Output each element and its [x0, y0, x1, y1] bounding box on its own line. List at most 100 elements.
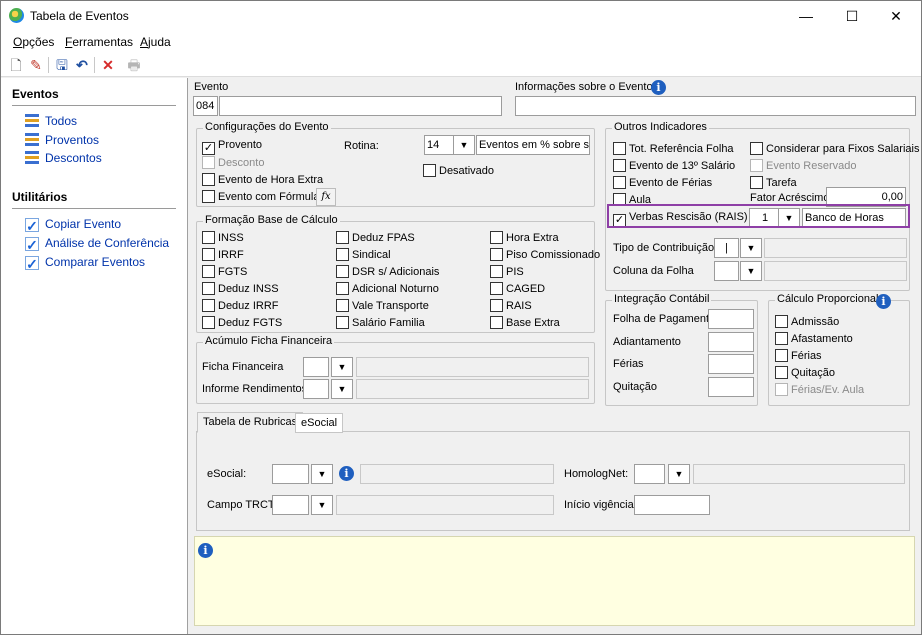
- sidebar-item-label: Todos: [45, 114, 78, 128]
- salario-familia-checkbox[interactable]: Salário Familia: [336, 316, 425, 329]
- provento-checkbox[interactable]: ✓ Provento: [202, 139, 262, 155]
- adicional-noturno-checkbox[interactable]: Adicional Noturno: [336, 282, 439, 295]
- campo-trct-field[interactable]: [272, 495, 309, 515]
- hora-extra-checkbox[interactable]: Evento de Hora Extra: [202, 173, 323, 186]
- print-icon[interactable]: 🖶: [125, 56, 143, 74]
- sidebar-item-analise-conferencia[interactable]: ✓ Análise de Conferência: [25, 236, 169, 253]
- deduz-fgts-checkbox[interactable]: Deduz FGTS: [202, 316, 282, 329]
- sidebar-item-label: Copiar Evento: [45, 217, 122, 231]
- folha-pagamento-field[interactable]: [708, 309, 754, 329]
- checkbox-box: [490, 231, 503, 244]
- afastamento-checkbox[interactable]: Afastamento: [775, 332, 853, 345]
- coluna-folha-dropdown-icon[interactable]: ▼: [740, 261, 762, 281]
- evento-code-field[interactable]: 084: [193, 96, 218, 116]
- evento-name-field[interactable]: [219, 96, 502, 116]
- caged-checkbox[interactable]: CAGED: [490, 282, 545, 295]
- close-button[interactable]: ✕: [873, 1, 919, 31]
- maximize-button[interactable]: ☐: [829, 1, 875, 31]
- admissao-checkbox[interactable]: Admissão: [775, 315, 839, 328]
- considerar-fixos-checkbox[interactable]: Considerar para Fixos Salariais: [750, 142, 919, 155]
- sidebar-section-eventos: Eventos: [12, 87, 59, 101]
- irrf-checkbox[interactable]: IRRF: [202, 248, 244, 261]
- adiantamento-field[interactable]: [708, 332, 754, 352]
- decimo-terceiro-checkbox[interactable]: Evento de 13º Salário: [613, 159, 735, 172]
- campo-trct-dropdown-icon[interactable]: ▼: [311, 495, 333, 515]
- save-icon[interactable]: 🖫: [53, 56, 71, 74]
- desconto-checkbox[interactable]: Desconto: [202, 156, 264, 169]
- dsr-adicionais-checkbox[interactable]: DSR s/ Adicionais: [336, 265, 439, 278]
- informe-rendimentos-label: Informe Rendimentos: [202, 383, 308, 395]
- minimize-button[interactable]: —: [783, 1, 829, 31]
- homolognet-field[interactable]: [634, 464, 665, 484]
- ficha-financeira-desc: [356, 357, 589, 377]
- menu-opcoes[interactable]: Opções: [13, 35, 54, 49]
- new-document-icon[interactable]: 🗋: [7, 56, 25, 74]
- rais-checkbox[interactable]: RAIS: [490, 299, 532, 312]
- toolbar: 🗋 ✎ 🖫 ↶ ✕ 🖶: [1, 53, 921, 77]
- ferias-prop-label: Férias: [791, 350, 822, 362]
- informe-rendimentos-dropdown-icon[interactable]: ▼: [331, 379, 353, 399]
- sidebar-item-proventos[interactable]: Proventos: [25, 133, 99, 147]
- deduz-fpas-checkbox[interactable]: Deduz FPAS: [336, 231, 415, 244]
- undo-icon[interactable]: ↶: [73, 56, 91, 74]
- evento-ferias-checkbox[interactable]: Evento de Férias: [613, 176, 712, 189]
- tab-panel: eSocial: ▼ i HomologNet: ▼ Campo TRCT: ▼…: [196, 431, 910, 531]
- ferias-contabil-label: Férias: [613, 358, 644, 370]
- rotina-field[interactable]: 14: [424, 135, 454, 155]
- deduz-irrf-checkbox[interactable]: Deduz IRRF: [202, 299, 279, 312]
- desativado-checkbox[interactable]: Desativado: [423, 164, 494, 177]
- inss-checkbox[interactable]: INSS: [202, 231, 244, 244]
- coluna-folha-field[interactable]: [714, 261, 739, 281]
- menu-ajuda[interactable]: Ajuda: [140, 35, 171, 49]
- sidebar-item-todos[interactable]: Todos: [25, 114, 77, 128]
- esocial-field[interactable]: [272, 464, 309, 484]
- menu-ferramentas[interactable]: Ferramentas: [65, 35, 133, 49]
- tot-referencia-checkbox[interactable]: Tot. Referência Folha: [613, 142, 734, 155]
- list-icon: [25, 133, 39, 147]
- tarefa-checkbox[interactable]: Tarefa: [750, 176, 797, 189]
- info-icon[interactable]: i: [876, 294, 891, 309]
- menu-ajuda-label: juda: [148, 35, 171, 49]
- delete-icon[interactable]: ✕: [99, 56, 117, 74]
- ferias-aula-checkbox[interactable]: Férias/Ev. Aula: [775, 383, 864, 396]
- formula-checkbox[interactable]: Evento com Fórmula: [202, 190, 319, 203]
- edit-icon[interactable]: ✎: [27, 56, 45, 74]
- formacao-group: Formação Base de Cálculo INSS IRRF FGTS …: [196, 214, 600, 333]
- ferias-contabil-field[interactable]: [708, 354, 754, 374]
- quitacao-prop-checkbox[interactable]: Quitação: [775, 366, 835, 379]
- rotina-dropdown-icon[interactable]: ▼: [453, 135, 475, 155]
- sindical-checkbox[interactable]: Sindical: [336, 248, 391, 261]
- formula-label: Evento com Fórmula: [218, 191, 320, 203]
- vale-transporte-checkbox[interactable]: Vale Transporte: [336, 299, 429, 312]
- checkbox-box: [750, 176, 763, 189]
- informe-rendimentos-field[interactable]: [303, 379, 329, 399]
- ferias-prop-checkbox[interactable]: Férias: [775, 349, 822, 362]
- base-extra-checkbox[interactable]: Base Extra: [490, 316, 560, 329]
- piso-comissionado-checkbox[interactable]: Piso Comissionado: [490, 248, 600, 261]
- ficha-financeira-field[interactable]: [303, 357, 329, 377]
- info-evento-field[interactable]: [515, 96, 916, 116]
- sidebar-item-copiar-evento[interactable]: ✓ Copiar Evento: [25, 217, 122, 233]
- evento-reservado-checkbox[interactable]: Evento Reservado: [750, 159, 857, 172]
- pis-checkbox[interactable]: PIS: [490, 265, 524, 278]
- tab-esocial[interactable]: eSocial: [295, 413, 344, 433]
- homolognet-dropdown-icon[interactable]: ▼: [668, 464, 690, 484]
- esocial-dropdown-icon[interactable]: ▼: [311, 464, 333, 484]
- divider: [12, 105, 176, 106]
- tarefa-label: Tarefa: [766, 177, 797, 189]
- sidebar-item-comparar-eventos[interactable]: ✓ Comparar Eventos: [25, 255, 145, 271]
- tab-tabela-rubricas[interactable]: Tabela de Rubricas: [197, 412, 304, 433]
- deduz-inss-checkbox[interactable]: Deduz INSS: [202, 282, 279, 295]
- inicio-vigencia-field[interactable]: [634, 495, 710, 515]
- hora-extra-base-checkbox[interactable]: Hora Extra: [490, 231, 559, 244]
- fgts-checkbox[interactable]: FGTS: [202, 265, 247, 278]
- formula-fx-button[interactable]: fx: [316, 188, 336, 206]
- tipo-contribuicao-dropdown-icon[interactable]: ▼: [740, 238, 762, 258]
- ficha-financeira-dropdown-icon[interactable]: ▼: [331, 357, 353, 377]
- checkmark-icon: ✓: [25, 237, 39, 253]
- sidebar-item-descontos[interactable]: Descontos: [25, 151, 102, 165]
- info-icon[interactable]: i: [651, 80, 666, 95]
- info-icon[interactable]: i: [339, 466, 354, 481]
- quitacao-contabil-field[interactable]: [708, 377, 754, 397]
- tipo-contribuicao-field[interactable]: |: [714, 238, 739, 258]
